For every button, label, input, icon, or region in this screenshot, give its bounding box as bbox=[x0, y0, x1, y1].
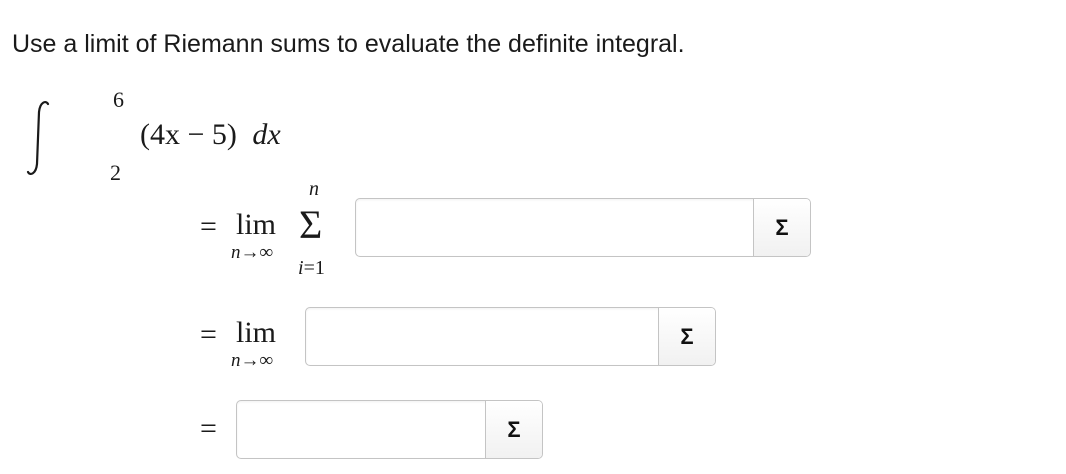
integral-upper-limit: 6 bbox=[113, 87, 124, 112]
integrand-expression: (4x − 5) bbox=[140, 118, 237, 151]
sigma-icon: Σ bbox=[507, 416, 521, 442]
integral-lower-limit: 2 bbox=[110, 160, 121, 185]
integral-sign bbox=[26, 101, 50, 175]
step2-answer-input[interactable] bbox=[306, 308, 660, 365]
step2-answer-box: Σ bbox=[305, 307, 716, 366]
step1-equals: = bbox=[200, 210, 217, 243]
step1-lim-subscript: n→∞ bbox=[231, 242, 274, 263]
step2-lim-subscript: n→∞ bbox=[231, 350, 274, 371]
step2-math-palette-button[interactable]: Σ bbox=[658, 308, 715, 365]
step3-math-palette-button[interactable]: Σ bbox=[485, 401, 542, 458]
step2-lim: lim bbox=[236, 316, 277, 349]
sigma-icon: Σ bbox=[680, 323, 694, 349]
sigma-icon: Σ bbox=[775, 214, 789, 240]
step1-answer-input[interactable] bbox=[356, 199, 755, 256]
question-prompt: Use a limit of Riemann sums to evaluate … bbox=[12, 30, 685, 58]
step3-equals: = bbox=[200, 412, 217, 445]
step1-answer-box: Σ bbox=[355, 198, 811, 257]
integrand: (4x − 5) dx bbox=[140, 118, 281, 152]
step2-equals: = bbox=[200, 318, 217, 351]
step1-math-palette-button[interactable]: Σ bbox=[753, 199, 810, 256]
step3-answer-box: Σ bbox=[236, 400, 543, 459]
step1-sum-lower: i=1 bbox=[298, 257, 325, 279]
step1-lim: lim bbox=[236, 208, 277, 241]
integrand-differential: dx bbox=[252, 118, 281, 151]
step1-summation-sign: Σ bbox=[299, 202, 323, 247]
step1-sum-upper: n bbox=[309, 178, 319, 200]
step3-answer-input[interactable] bbox=[237, 401, 487, 458]
